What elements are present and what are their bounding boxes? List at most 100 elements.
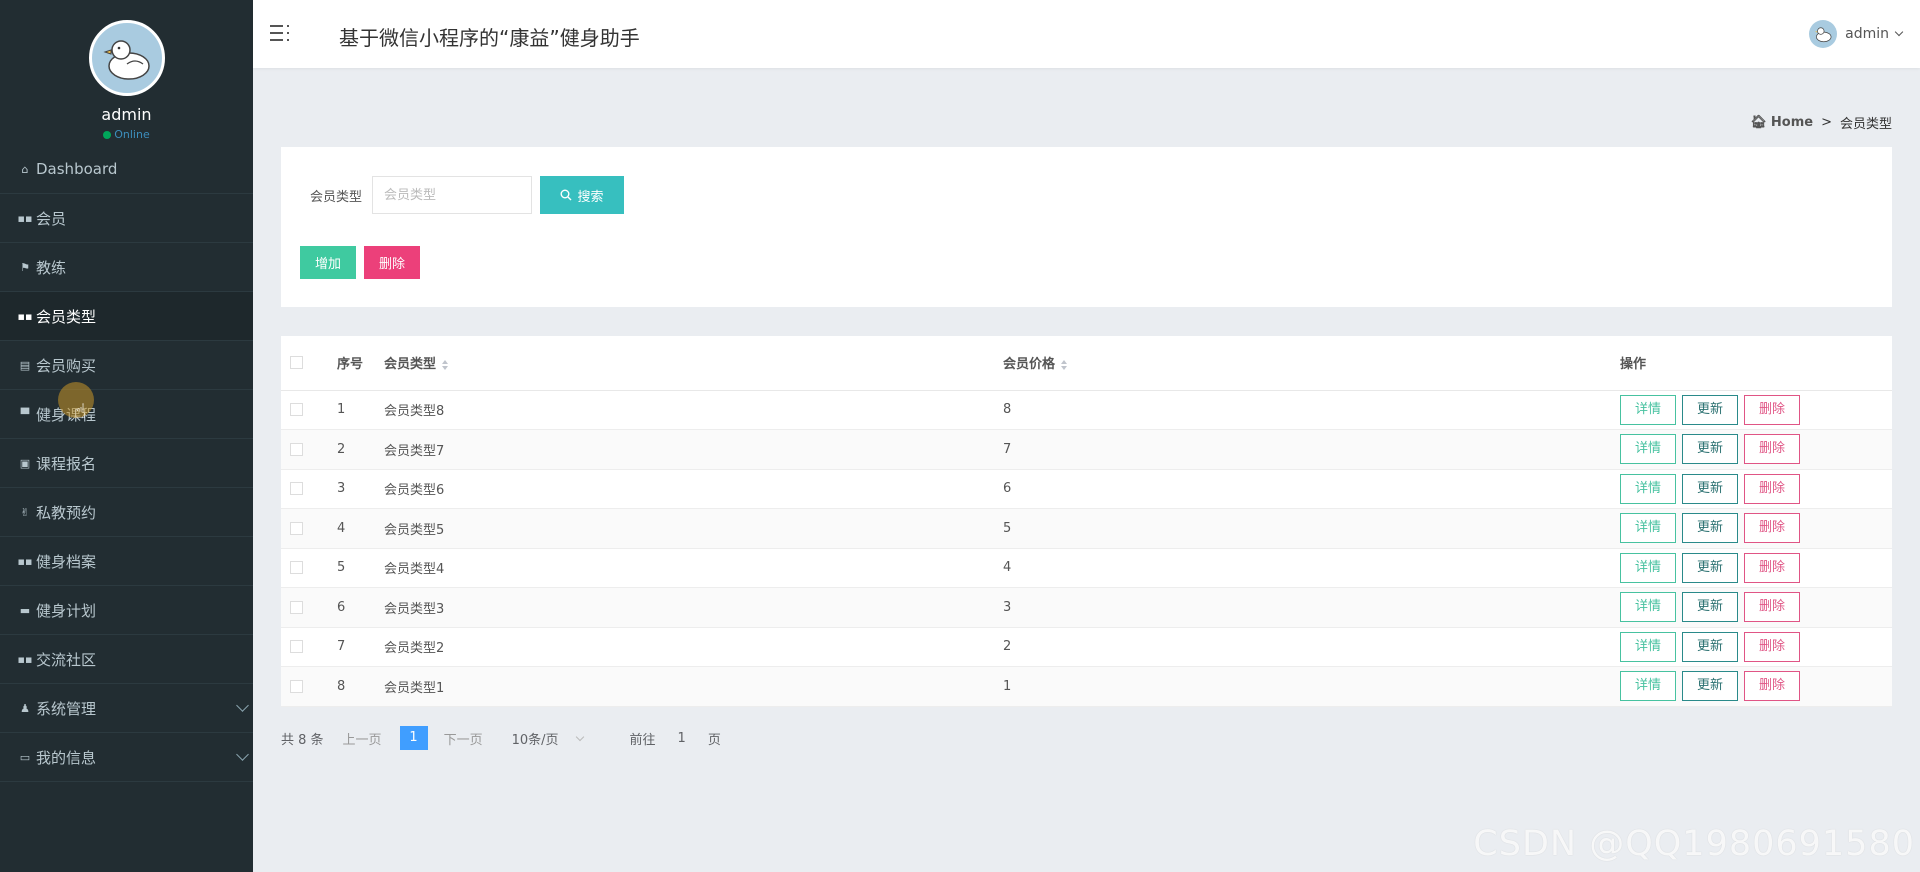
detail-button[interactable]: 详情	[1620, 671, 1676, 702]
sidebar-item-fitness-record[interactable]: ▪▪ 健身档案	[0, 537, 253, 586]
cell-id: 5	[337, 548, 384, 588]
update-button[interactable]: 更新	[1682, 631, 1738, 662]
update-button[interactable]: 更新	[1682, 394, 1738, 425]
goto-unit: 页	[707, 732, 721, 748]
breadcrumb-home[interactable]: 🏠︎ Home	[1750, 115, 1813, 130]
batch-delete-button[interactable]: 删除	[364, 246, 420, 279]
next-page-button[interactable]: 下一页	[444, 729, 483, 748]
chevron-down-icon	[1894, 27, 1904, 37]
avatar	[88, 20, 165, 96]
delete-button[interactable]: 删除	[1744, 394, 1800, 425]
sidebar-menu: ⌂ Dashboard ▪▪ 会员 ⚑ 教练 ▪▪ 会员类型 ▤ 会员购买 ▀ 健身课程 ▣…	[0, 145, 253, 782]
search-panel: 会员类型 搜索 增加 删除	[281, 147, 1892, 307]
column-header-price[interactable]: 会员价格	[1003, 336, 1620, 391]
detail-button[interactable]: 详情	[1620, 513, 1676, 544]
cell-price: 3	[1003, 587, 1620, 628]
cell-ops: 详情 更新 删除	[1620, 390, 1892, 430]
row-checkbox[interactable]	[290, 600, 303, 614]
cell-id: 6	[337, 587, 384, 628]
table-header-row: 序号 会员类型 会员价格 操作	[281, 336, 1892, 391]
sidebar-item-private-booking[interactable]: ✌ 私教预约	[0, 488, 253, 537]
user-menu[interactable]: admin	[1809, 20, 1904, 48]
row-checkbox[interactable]	[290, 482, 303, 496]
avatar	[1809, 20, 1838, 48]
row-checkbox[interactable]	[290, 561, 303, 575]
row-select-cell	[281, 666, 337, 707]
column-header-price-label: 会员价格	[1003, 357, 1056, 373]
sidebar-item-label: 系统管理	[36, 699, 97, 718]
sidebar-item-member-purchase[interactable]: ▤ 会员购买	[0, 341, 253, 390]
search-input[interactable]	[372, 176, 532, 214]
sidebar-item-community[interactable]: ▪▪ 交流社区	[0, 635, 253, 684]
sidebar-item-my-info[interactable]: ▭ 我的信息	[0, 733, 253, 782]
calendar-icon: ▣	[19, 456, 31, 470]
sort-icon[interactable]	[1061, 359, 1068, 370]
row-checkbox[interactable]	[290, 521, 303, 535]
add-button[interactable]: 增加	[300, 246, 356, 279]
page-number-button[interactable]: 1	[399, 726, 428, 750]
detail-button[interactable]: 详情	[1620, 434, 1676, 465]
sort-icon[interactable]	[442, 359, 449, 370]
top-header: 基于微信小程序的“康益”健身助手 admin	[253, 0, 1920, 68]
search-button-label: 搜索	[577, 189, 604, 205]
delete-button[interactable]: 删除	[1744, 552, 1800, 583]
cell-type: 会员类型2	[384, 627, 1003, 667]
cell-price: 6	[1003, 469, 1620, 509]
sidebar-item-system[interactable]: ♟ 系统管理	[0, 684, 253, 733]
update-button[interactable]: 更新	[1682, 473, 1738, 504]
delete-button[interactable]: 删除	[1744, 473, 1800, 504]
sidebar-item-course-signup[interactable]: ▣ 课程报名	[0, 439, 253, 488]
sidebar-item-fitness-plan[interactable]: ▬ 健身计划	[0, 586, 253, 635]
update-button[interactable]: 更新	[1682, 671, 1738, 702]
sidebar-item-coach[interactable]: ⚑ 教练	[0, 243, 253, 292]
cell-id: 3	[337, 469, 384, 509]
thumbs-up-icon: ✌	[20, 505, 30, 519]
sidebar-item-fitness-course[interactable]: ▀ 健身课程	[0, 390, 253, 439]
update-button[interactable]: 更新	[1682, 592, 1738, 623]
goto-input[interactable]: 1	[678, 731, 686, 746]
cell-type: 会员类型3	[384, 587, 1003, 628]
clipboard-icon: ▤	[19, 358, 31, 372]
detail-button[interactable]: 详情	[1620, 592, 1676, 623]
page-size-select[interactable]: 10条/页	[512, 729, 584, 748]
cell-ops: 详情 更新 删除	[1620, 508, 1892, 549]
update-button[interactable]: 更新	[1682, 552, 1738, 583]
sidebar-item-label: 交流社区	[36, 650, 97, 669]
delete-button[interactable]: 删除	[1744, 592, 1800, 623]
column-header-type[interactable]: 会员类型	[384, 336, 1003, 391]
table-row: 7 会员类型2 2 详情 更新 删除	[281, 627, 1892, 667]
table-row: 2 会员类型7 7 详情 更新 删除	[281, 429, 1892, 470]
cell-price: 7	[1003, 429, 1620, 470]
cell-id: 4	[337, 508, 384, 549]
sidebar-item-member[interactable]: ▪▪ 会员	[0, 194, 253, 243]
select-all-checkbox[interactable]	[290, 356, 303, 370]
row-checkbox[interactable]	[290, 640, 303, 654]
home-icon: ⌂	[21, 162, 29, 176]
table-row: 1 会员类型8 8 详情 更新 删除	[281, 390, 1892, 430]
profile-username: admin	[101, 105, 152, 124]
detail-button[interactable]: 详情	[1620, 394, 1676, 425]
cell-price: 2	[1003, 627, 1620, 667]
row-checkbox[interactable]	[290, 403, 303, 417]
menu-toggle-icon[interactable]	[270, 25, 290, 43]
prev-page-button[interactable]: 上一页	[343, 729, 382, 748]
delete-button[interactable]: 删除	[1744, 434, 1800, 465]
grid-icon: ▪▪	[17, 554, 33, 568]
cell-ops: 详情 更新 删除	[1620, 666, 1892, 707]
row-checkbox[interactable]	[290, 679, 303, 693]
detail-button[interactable]: 详情	[1620, 631, 1676, 662]
delete-button[interactable]: 删除	[1744, 513, 1800, 544]
detail-button[interactable]: 详情	[1620, 552, 1676, 583]
detail-button[interactable]: 详情	[1620, 473, 1676, 504]
sidebar-item-dashboard[interactable]: ⌂ Dashboard	[0, 145, 253, 194]
pagination-total: 共 8 条	[281, 732, 324, 748]
breadcrumb-home-label: Home	[1770, 115, 1814, 130]
update-button[interactable]: 更新	[1682, 513, 1738, 544]
search-button[interactable]: 搜索	[540, 176, 624, 214]
delete-button[interactable]: 删除	[1744, 631, 1800, 662]
update-button[interactable]: 更新	[1682, 434, 1738, 465]
delete-button[interactable]: 删除	[1744, 671, 1800, 702]
goto-label: 前往	[629, 732, 656, 748]
sidebar-item-member-type[interactable]: ▪▪ 会员类型	[0, 292, 253, 341]
row-checkbox[interactable]	[290, 442, 303, 456]
